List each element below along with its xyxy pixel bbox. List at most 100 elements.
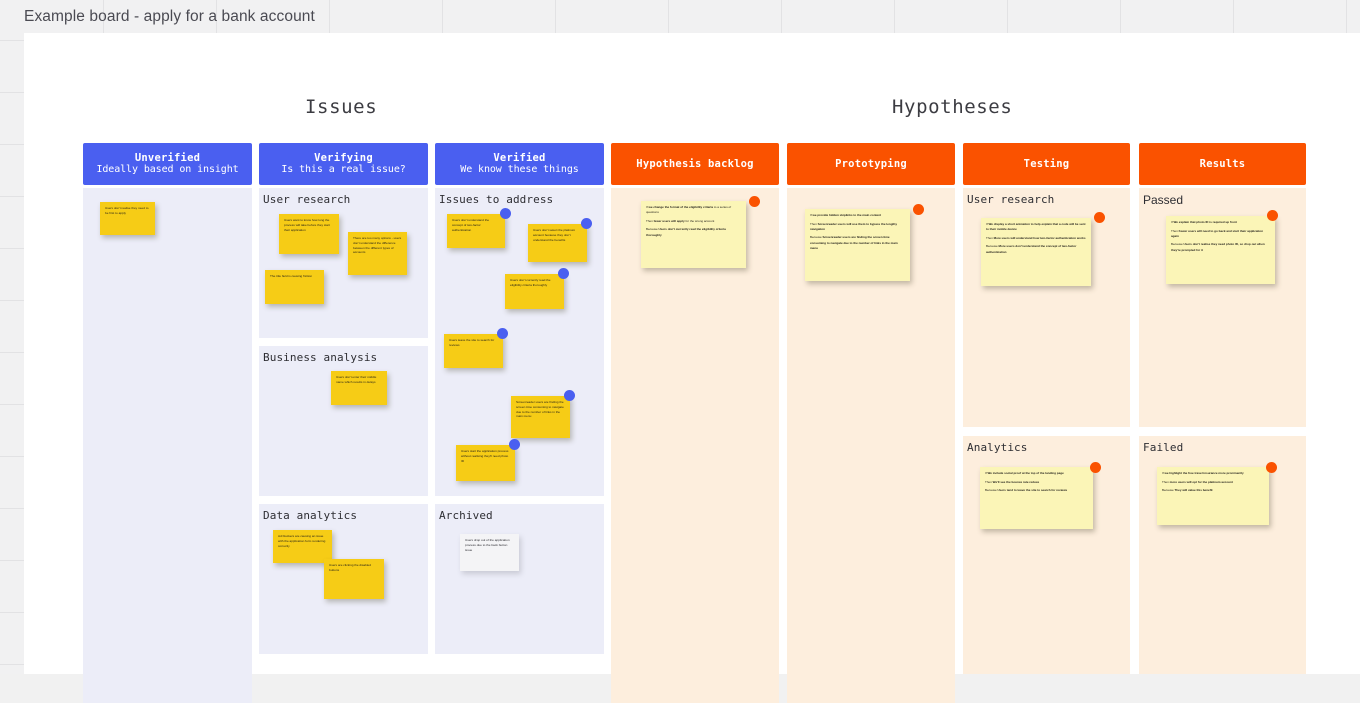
section-title: Passed xyxy=(1143,193,1183,207)
hypothesis-if: If We include social proof at the top of… xyxy=(985,471,1088,476)
note-text: Ad blockers are causing an issue with th… xyxy=(278,534,327,548)
sticky-note[interactable]: Users don't enter their middle name whic… xyxy=(331,371,387,405)
note-text: Users are clicking the disabled buttons xyxy=(329,563,379,573)
hypothesis-card[interactable]: If We explain that photo ID is required … xyxy=(1166,216,1275,284)
column-verifying[interactable]: Verifying Is this a real issue? User res… xyxy=(259,143,428,654)
note-text: There are too many options - users don't… xyxy=(353,236,402,255)
hypothesis-if: If We display a short animation to help … xyxy=(986,222,1086,232)
section-title: Issues to address xyxy=(439,193,553,206)
hypothesis-card[interactable]: If we highlight the free travel insuranc… xyxy=(1157,467,1269,525)
section-title: User research xyxy=(263,193,350,206)
column-header-results[interactable]: Results xyxy=(1139,143,1306,185)
note-badge-icon[interactable] xyxy=(509,439,520,450)
column-hypothesis-backlog[interactable]: Hypothesis backlog If we change the form… xyxy=(611,143,780,703)
hypothesis-if: If we provide hidden skiplinks to the ma… xyxy=(810,213,905,218)
column-verified[interactable]: Verified We know these things Issues to … xyxy=(435,143,604,654)
hypothesis-card[interactable]: If we provide hidden skiplinks to the ma… xyxy=(805,209,910,281)
swimlane-title-hypotheses: Hypotheses xyxy=(892,96,1012,118)
column-subtitle: Ideally based on insight xyxy=(96,164,238,176)
section-data-analytics: Data analytics Ad blockers are causing a… xyxy=(259,504,428,654)
sticky-note[interactable]: Users don't currently read the eligibili… xyxy=(505,274,564,309)
section-issues-to-address: Issues to address Users don't understand… xyxy=(435,188,604,496)
note-text: Screenreader users are finding the scree… xyxy=(516,400,565,419)
sticky-note[interactable]: Screenreader users are finding the scree… xyxy=(511,396,570,438)
note-text: Users don't understand the concept of tw… xyxy=(452,218,500,232)
section-title: Data analytics xyxy=(263,509,357,522)
note-badge-icon[interactable] xyxy=(581,218,592,229)
sticky-note[interactable]: Users start the application process with… xyxy=(456,445,515,481)
note-badge-icon[interactable] xyxy=(749,196,760,207)
section-unverified: Users don't realise they need to be firs… xyxy=(83,188,252,703)
hypothesis-if: If we change the format of the eligibili… xyxy=(646,205,741,215)
note-badge-icon[interactable] xyxy=(558,268,569,279)
hypothesis-because: Because Users don't realise they need ph… xyxy=(1171,242,1270,252)
hypothesis-because: Because They will value this benefit xyxy=(1162,488,1264,493)
column-unverified[interactable]: Unverified Ideally based on insight User… xyxy=(83,143,252,703)
column-header-unverified[interactable]: Unverified Ideally based on insight xyxy=(83,143,252,185)
hypothesis-because: Because Screenreader users are finding t… xyxy=(810,235,905,250)
sticky-note[interactable]: Users don't understand the concept of tw… xyxy=(447,214,505,248)
column-title: Unverified xyxy=(135,152,200,165)
hypothesis-because: Because Users tend to leave the site to … xyxy=(985,488,1088,493)
note-badge-icon[interactable] xyxy=(1094,212,1105,223)
note-text: Users don't select the platinum account … xyxy=(533,228,582,242)
column-title: Hypothesis backlog xyxy=(636,158,753,171)
note-badge-icon[interactable] xyxy=(913,204,924,215)
hypothesis-card[interactable]: If we change the format of the eligibili… xyxy=(641,201,746,268)
column-body-prototyping: If we provide hidden skiplinks to the ma… xyxy=(787,188,955,703)
note-badge-icon[interactable] xyxy=(1267,210,1278,221)
hypothesis-because: Because More users don't understand the … xyxy=(986,244,1086,254)
note-badge-icon[interactable] xyxy=(1090,462,1101,473)
sticky-note[interactable]: Users are clicking the disabled buttons xyxy=(324,559,384,599)
section-archived: Archived Users drop out of the applicati… xyxy=(435,504,604,654)
sticky-note[interactable]: There are too many options - users don't… xyxy=(348,232,407,275)
note-badge-icon[interactable] xyxy=(497,328,508,339)
hypothesis-if: If We explain that photo ID is required … xyxy=(1171,220,1270,225)
column-header-hypothesis-backlog[interactable]: Hypothesis backlog xyxy=(611,143,779,185)
column-title: Verifying xyxy=(314,152,373,165)
sticky-note[interactable]: Users want to know how long the process … xyxy=(279,214,339,254)
hypothesis-then: Then Screenreader users will use them to… xyxy=(810,222,905,232)
column-prototyping[interactable]: Prototyping If we provide hidden skiplin… xyxy=(787,143,956,703)
section-business-analysis: Business analysis Users don't enter thei… xyxy=(259,346,428,496)
note-text: Users start the application process with… xyxy=(461,449,510,463)
sticky-note[interactable]: Users leave the site to search for revie… xyxy=(444,334,503,368)
column-header-prototyping[interactable]: Prototyping xyxy=(787,143,955,185)
note-badge-icon[interactable] xyxy=(1266,462,1277,473)
column-header-verifying[interactable]: Verifying Is this a real issue? xyxy=(259,143,428,185)
column-results[interactable]: Results Passed If We explain that photo … xyxy=(1139,143,1308,674)
column-subtitle: We know these things xyxy=(460,164,578,176)
section-testing-user-research: User research If We display a short anim… xyxy=(963,188,1130,427)
sticky-note[interactable]: Users don't realise they need to be firs… xyxy=(100,202,155,235)
section-title: Business analysis xyxy=(263,351,377,364)
note-text: Users want to know how long the process … xyxy=(284,218,334,232)
hypothesis-then: Then We'll see the bounce rate reduce xyxy=(985,480,1088,485)
note-text: Users don't enter their middle name whic… xyxy=(336,375,382,385)
swimlane-title-issues: Issues xyxy=(305,96,377,118)
column-title: Prototyping xyxy=(835,158,907,171)
hypothesis-then: Then Fewer users will need to go back an… xyxy=(1171,229,1270,239)
section-user-research: User research Users want to know how lon… xyxy=(259,188,428,338)
board-title: Example board - apply for a bank account xyxy=(24,8,315,26)
sticky-note[interactable]: Users drop out of the application proces… xyxy=(460,534,519,571)
note-text: Users drop out of the application proces… xyxy=(465,538,514,552)
hypothesis-if: If we highlight the free travel insuranc… xyxy=(1162,471,1264,476)
note-badge-icon[interactable] xyxy=(500,208,511,219)
column-header-testing[interactable]: Testing xyxy=(963,143,1130,185)
section-title: Analytics xyxy=(967,441,1028,454)
sticky-note[interactable]: The title field is causing friction xyxy=(265,270,324,304)
sticky-note[interactable]: Users don't select the platinum account … xyxy=(528,224,587,262)
hypothesis-then: Then More users will understand how two-… xyxy=(986,236,1086,241)
hypothesis-then: Then more users will opt for the platinu… xyxy=(1162,480,1264,485)
section-results-passed: Passed If We explain that photo ID is re… xyxy=(1139,188,1306,427)
column-testing[interactable]: Testing User research If We display a sh… xyxy=(963,143,1132,674)
note-text: Users don't realise they need to be firs… xyxy=(105,206,150,216)
column-header-verified[interactable]: Verified We know these things xyxy=(435,143,604,185)
column-subtitle: Is this a real issue? xyxy=(281,164,405,176)
hypothesis-because: Because Users don't currently read the e… xyxy=(646,227,741,237)
hypothesis-card[interactable]: If We include social proof at the top of… xyxy=(980,467,1093,529)
column-title: Testing xyxy=(1024,158,1070,171)
section-title: Failed xyxy=(1143,441,1183,454)
note-badge-icon[interactable] xyxy=(564,390,575,401)
hypothesis-card[interactable]: If We display a short animation to help … xyxy=(981,218,1091,286)
